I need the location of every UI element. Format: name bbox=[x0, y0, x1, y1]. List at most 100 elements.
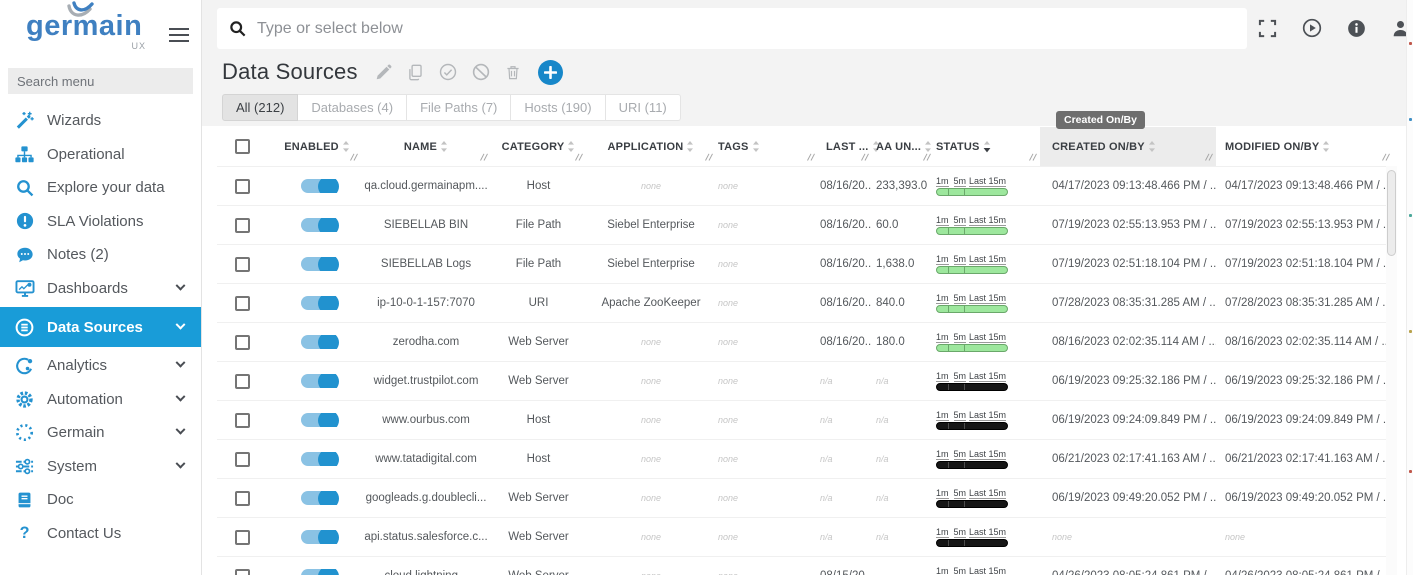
sort-icon[interactable] bbox=[752, 140, 760, 153]
global-search-input[interactable] bbox=[257, 20, 1235, 38]
table-row[interactable]: zerodha.comWeb Servernonenone08/16/20...… bbox=[217, 322, 1393, 361]
sidebar-item-operational[interactable]: Operational bbox=[0, 138, 201, 172]
column-resize-handle[interactable] bbox=[923, 152, 931, 164]
column-header-enabled[interactable]: ENABLED bbox=[273, 127, 361, 166]
column-header-created-on-by[interactable]: CREATED ON/BY bbox=[1040, 127, 1216, 166]
row-checkbox[interactable] bbox=[235, 335, 250, 350]
table-cell: 06/19/2023 09:24:09.849 PM / ... bbox=[1216, 414, 1393, 426]
row-checkbox[interactable] bbox=[235, 491, 250, 506]
sort-icon[interactable] bbox=[440, 140, 448, 153]
table-row[interactable]: api.status.salesforce.c...Web Servernone… bbox=[217, 517, 1393, 556]
table-row[interactable]: SIEBELLAB LogsFile PathSiebel Enterprise… bbox=[217, 244, 1393, 283]
row-checkbox[interactable] bbox=[235, 179, 250, 194]
column-header-category[interactable]: CATEGORY bbox=[491, 127, 586, 166]
sidebar-item-wizards[interactable]: Wizards bbox=[0, 104, 201, 138]
column-header-last[interactable]: LAST ... bbox=[818, 127, 872, 166]
column-header-modified-on-by[interactable]: MODIFIED ON/BY bbox=[1216, 127, 1393, 166]
ban-icon[interactable] bbox=[472, 63, 490, 81]
sort-icon[interactable] bbox=[983, 140, 991, 153]
tab-hosts-190[interactable]: Hosts (190) bbox=[511, 94, 605, 121]
enabled-toggle[interactable] bbox=[301, 218, 334, 232]
column-resize-handle[interactable] bbox=[1205, 152, 1213, 164]
sidebar-item-notes-2[interactable]: Notes (2) bbox=[0, 238, 201, 272]
sitemap-icon bbox=[13, 144, 36, 164]
table-row[interactable]: widget.trustpilot.comWeb Servernonenonen… bbox=[217, 361, 1393, 400]
column-resize-handle[interactable] bbox=[861, 152, 869, 164]
enabled-toggle[interactable] bbox=[301, 530, 334, 544]
table-cell: none bbox=[716, 531, 818, 543]
row-checkbox[interactable] bbox=[235, 530, 250, 545]
enabled-toggle[interactable] bbox=[301, 179, 334, 193]
add-data-source-button[interactable] bbox=[538, 60, 563, 85]
enabled-toggle[interactable] bbox=[301, 374, 334, 388]
sidebar-item-sla-violations[interactable]: SLA Violations bbox=[0, 205, 201, 239]
sidebar-item-dashboards[interactable]: Dashboards bbox=[0, 272, 201, 306]
chevron-down-icon bbox=[176, 391, 186, 401]
column-header-tags[interactable]: TAGS bbox=[716, 127, 818, 166]
column-header-status[interactable]: STATUS bbox=[934, 127, 1040, 166]
enabled-toggle[interactable] bbox=[301, 452, 334, 466]
table-row[interactable]: www.tatadigital.comHostnonenonen/an/a1m5… bbox=[217, 439, 1393, 478]
row-checkbox[interactable] bbox=[235, 257, 250, 272]
edit-icon[interactable] bbox=[375, 64, 392, 81]
enabled-toggle[interactable] bbox=[301, 257, 334, 271]
column-resize-handle[interactable] bbox=[807, 152, 815, 164]
column-resize-handle[interactable] bbox=[575, 152, 583, 164]
info-circle-icon[interactable] bbox=[1347, 19, 1366, 38]
sidebar-item-doc[interactable]: Doc bbox=[0, 483, 201, 517]
sort-icon[interactable] bbox=[1148, 140, 1156, 153]
row-checkbox[interactable] bbox=[235, 218, 250, 233]
sidebar-menu: WizardsOperationalExplore your dataSLA V… bbox=[0, 104, 201, 550]
column-resize-handle[interactable] bbox=[350, 152, 358, 164]
column-resize-handle[interactable] bbox=[480, 152, 488, 164]
play-circle-icon[interactable] bbox=[1302, 18, 1322, 38]
row-checkbox[interactable] bbox=[235, 374, 250, 389]
column-resize-handle[interactable] bbox=[1029, 152, 1037, 164]
column-header-name[interactable]: NAME bbox=[361, 127, 491, 166]
sidebar-item-explore-your-data[interactable]: Explore your data bbox=[0, 171, 201, 205]
column-resize-handle[interactable] bbox=[705, 152, 713, 164]
tab-databases-4[interactable]: Databases (4) bbox=[298, 94, 407, 121]
sidebar-item-contact-us[interactable]: ?Contact Us bbox=[0, 517, 201, 551]
fullscreen-icon[interactable] bbox=[1258, 19, 1277, 38]
trash-icon[interactable] bbox=[505, 64, 521, 81]
table-row[interactable]: cloud.lightning...Web Servernonenone08/1… bbox=[217, 556, 1393, 575]
check-circle-icon[interactable] bbox=[439, 63, 457, 81]
sort-icon[interactable] bbox=[686, 140, 694, 153]
sidebar-item-data-sources[interactable]: Data Sources bbox=[0, 307, 201, 347]
sidebar-item-automation[interactable]: Automation bbox=[0, 383, 201, 417]
table-row[interactable]: qa.cloud.germainapm....Hostnonenone08/16… bbox=[217, 166, 1393, 205]
sort-icon[interactable] bbox=[1322, 140, 1330, 153]
table-row[interactable]: ip-10-0-1-157:7070URIApache ZooKeepernon… bbox=[217, 283, 1393, 322]
enabled-toggle[interactable] bbox=[301, 413, 334, 427]
enabled-toggle[interactable] bbox=[301, 296, 334, 310]
row-checkbox[interactable] bbox=[235, 296, 250, 311]
table-cell: Web Server bbox=[491, 375, 586, 387]
table-row[interactable]: googleads.g.doublecli...Web Servernoneno… bbox=[217, 478, 1393, 517]
enabled-toggle[interactable] bbox=[301, 491, 334, 505]
copy-icon[interactable] bbox=[407, 64, 424, 81]
dashboard-icon bbox=[13, 278, 36, 298]
table-row[interactable]: SIEBELLAB BINFile PathSiebel Enterprisen… bbox=[217, 205, 1393, 244]
table-row[interactable]: www.ourbus.comHostnonenonen/an/a1m5mLast… bbox=[217, 400, 1393, 439]
row-checkbox[interactable] bbox=[235, 413, 250, 428]
column-header-aa-un[interactable]: AA UN... bbox=[872, 127, 934, 166]
enabled-toggle[interactable] bbox=[301, 569, 334, 575]
tab-all-212[interactable]: All (212) bbox=[222, 94, 298, 121]
column-resize-handle[interactable] bbox=[1382, 152, 1390, 164]
select-all-checkbox[interactable] bbox=[235, 139, 250, 154]
tab-uri-11[interactable]: URI (11) bbox=[606, 94, 681, 121]
sort-icon[interactable] bbox=[342, 140, 350, 153]
tab-file-paths-7[interactable]: File Paths (7) bbox=[407, 94, 511, 121]
status-meter: 1m5mLast 15m bbox=[936, 176, 1008, 196]
hamburger-menu-icon[interactable] bbox=[169, 24, 189, 46]
enabled-toggle[interactable] bbox=[301, 335, 334, 349]
row-checkbox[interactable] bbox=[235, 569, 250, 575]
scrollbar-thumb[interactable] bbox=[1387, 170, 1396, 256]
sidebar-item-system[interactable]: System bbox=[0, 450, 201, 484]
sidebar-item-germain[interactable]: Germain bbox=[0, 416, 201, 450]
row-checkbox[interactable] bbox=[235, 452, 250, 467]
sidebar-item-analytics[interactable]: Analytics bbox=[0, 349, 201, 383]
column-header-application[interactable]: APPLICATION bbox=[586, 127, 716, 166]
sidebar-search-input[interactable] bbox=[8, 68, 193, 94]
